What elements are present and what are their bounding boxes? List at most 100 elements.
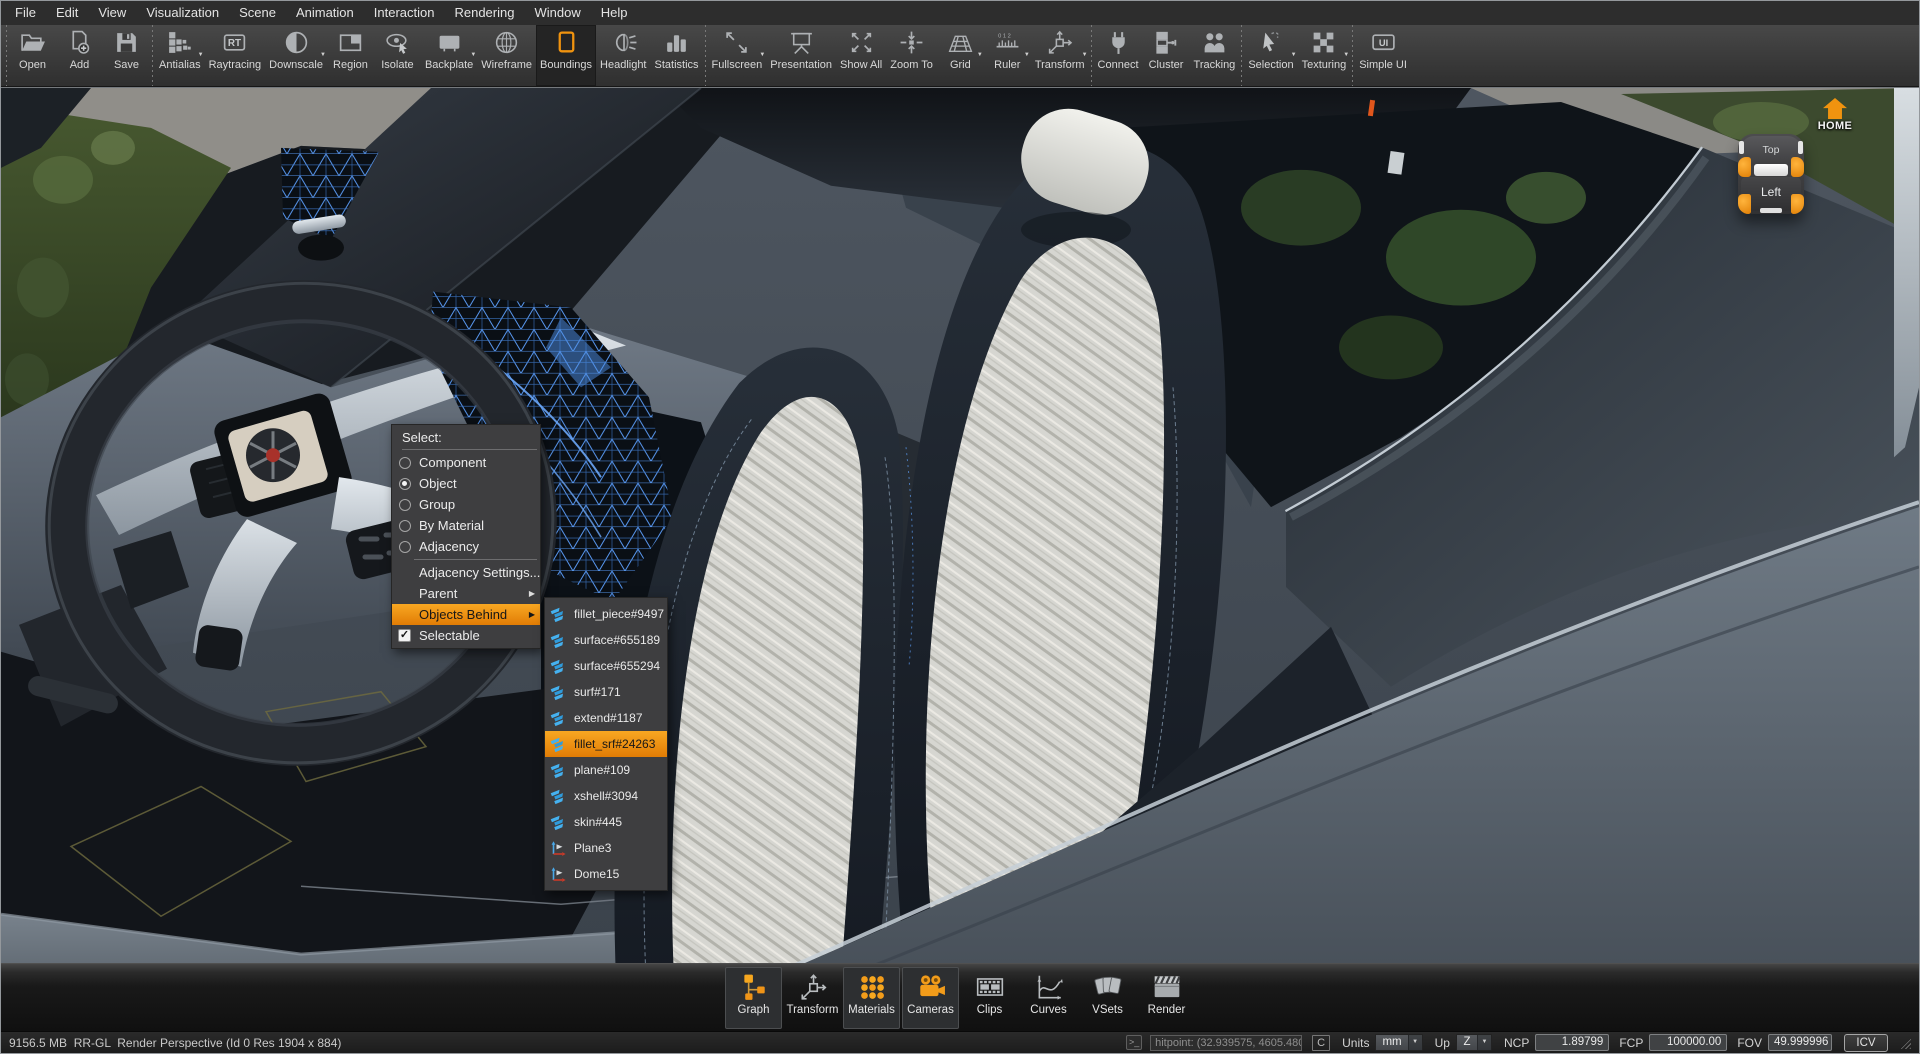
submenu-item-surface-655294[interactable]: surface#655294 [545,653,667,679]
render-viewport[interactable]: Top Left HOME Select: ComponentObjectGro… [1,87,1919,1031]
log-console-icon[interactable]: >_ [1126,1035,1142,1050]
presentation-button[interactable]: Presentation [766,25,836,86]
context-menu-item-objects-behind[interactable]: Objects Behind▶ [392,604,540,625]
chevron-down-icon[interactable]: ▼ [1082,52,1088,58]
chevron-down-icon[interactable]: ▼ [1343,52,1349,58]
tracking-button[interactable]: Tracking [1190,25,1240,86]
dock-curves-button[interactable]: Curves [1020,967,1077,1029]
view-cube-edge[interactable] [1798,141,1803,154]
context-menu-item-group[interactable]: Group [392,494,540,515]
menu-file[interactable]: File [5,1,46,25]
view-cube-bottom-edge[interactable] [1760,208,1782,213]
submenu-item-dome15[interactable]: Dome15 [545,861,667,887]
up-axis-select[interactable]: Z ▼ [1456,1034,1492,1051]
fullscreen-button[interactable]: Fullscreen▼ [708,25,767,86]
ncp-field[interactable]: 1.89799 [1535,1034,1609,1051]
isolate-button[interactable]: Isolate [374,25,421,86]
chevron-down-icon[interactable]: ▼ [1477,1035,1491,1050]
dock-render-button[interactable]: Render [1138,967,1195,1029]
submenu-item-surface-655189[interactable]: surface#655189 [545,627,667,653]
view-cube-edge-bar[interactable] [1754,164,1788,176]
view-cube-edge[interactable] [1739,141,1744,154]
menu-visualization[interactable]: Visualization [136,1,229,25]
dock-transform-button[interactable]: Transform [784,967,841,1029]
view-cube-corner[interactable] [1738,157,1751,177]
view-cube[interactable]: Top Left [1738,134,1804,214]
raytracing-button[interactable]: RTRaytracing [205,25,266,86]
fcp-field[interactable]: 100000.00 [1649,1034,1727,1051]
simple-ui-button[interactable]: UISimple UI [1355,25,1411,86]
transform-button[interactable]: Transform▼ [1031,25,1089,86]
backplate-button[interactable]: Backplate▼ [421,25,477,86]
menu-scene[interactable]: Scene [229,1,286,25]
units-value: mm [1376,1035,1407,1050]
units-select[interactable]: mm ▼ [1375,1034,1422,1051]
fcp-label: FCP [1619,1036,1643,1050]
context-menu-item-selectable[interactable]: ✓Selectable [392,625,540,646]
dock-vsets-button[interactable]: VSets [1079,967,1136,1029]
menu-edit[interactable]: Edit [46,1,88,25]
submenu-item-fillet-srf-24263[interactable]: fillet_srf#24263 [545,731,667,757]
view-cube-corner[interactable] [1791,194,1804,214]
ruler-button[interactable]: 0 1 2Ruler▼ [984,25,1031,86]
fov-field[interactable]: 49.999996 [1768,1034,1832,1051]
dock-clips-button[interactable]: Clips [961,967,1018,1029]
cluster-button[interactable]: Cluster [1143,25,1190,86]
chevron-down-icon[interactable]: ▼ [1408,1035,1422,1050]
context-menu-item-adjacency[interactable]: Adjacency [392,536,540,557]
view-cube-corner[interactable] [1738,194,1751,214]
show-all-button[interactable]: Show All [836,25,886,86]
chevron-down-icon[interactable]: ▼ [977,52,983,58]
chevron-down-icon[interactable]: ▼ [1024,52,1030,58]
context-menu-item-adjacency-settings[interactable]: Adjacency Settings... [392,562,540,583]
chevron-down-icon[interactable]: ▼ [1291,52,1297,58]
submenu-item-fillet-piece-9497[interactable]: fillet_piece#9497 [545,601,667,627]
icv-button[interactable]: ICV [1844,1034,1888,1052]
connect-button[interactable]: Connect [1094,25,1143,86]
selection-button[interactable]: Selection▼ [1244,25,1297,86]
menu-rendering[interactable]: Rendering [444,1,524,25]
context-menu-item-component[interactable]: Component [392,452,540,473]
antialias-button[interactable]: Antialias▼ [155,25,205,86]
submenu-item-plane3[interactable]: Plane3 [545,835,667,861]
chevron-down-icon[interactable]: ▼ [320,52,326,58]
submenu-item-xshell-3094[interactable]: xshell#3094 [545,783,667,809]
open-button[interactable]: Open [9,25,56,86]
menu-animation[interactable]: Animation [286,1,364,25]
context-menu-item-object[interactable]: Object [392,473,540,494]
hitpoint-field[interactable]: hitpoint: (32.939575, 4605.4809... [1150,1035,1302,1051]
dock-cameras-button[interactable]: Cameras [902,967,959,1029]
downscale-button[interactable]: Downscale▼ [265,25,327,86]
chevron-down-icon[interactable]: ▼ [470,52,476,58]
statistics-button[interactable]: Statistics [651,25,703,86]
view-cube-corner[interactable] [1791,157,1804,177]
submenu-item-surf-171[interactable]: surf#171 [545,679,667,705]
region-button[interactable]: Region [327,25,374,86]
headlight-button[interactable]: Headlight [596,25,650,86]
chevron-down-icon[interactable]: ▼ [759,52,765,58]
context-menu-item-by-material[interactable]: By Material [392,515,540,536]
submenu-item-extend-1187[interactable]: extend#1187 [545,705,667,731]
resize-grip[interactable] [1898,1036,1911,1049]
grid-button[interactable]: Grid▼ [937,25,984,86]
save-button[interactable]: Save [103,25,150,86]
dock-graph-button[interactable]: Graph [725,967,782,1029]
menu-interaction[interactable]: Interaction [364,1,445,25]
dock-materials-button[interactable]: Materials [843,967,900,1029]
zoom-to-button[interactable]: Zoom To [886,25,937,86]
boundings-button[interactable]: Boundings [536,25,596,86]
menu-view[interactable]: View [88,1,136,25]
render-scene[interactable] [1,88,1919,1031]
menu-window[interactable]: Window [524,1,590,25]
context-menu-item-parent[interactable]: Parent▶ [392,583,540,604]
wireframe-button[interactable]: Wireframe [477,25,536,86]
ruler-icon: 0 1 2 [994,29,1021,56]
chevron-down-icon[interactable]: ▼ [198,52,204,58]
submenu-item-plane-109[interactable]: plane#109 [545,757,667,783]
home-button[interactable]: HOME [1807,98,1863,132]
submenu-item-skin-445[interactable]: skin#445 [545,809,667,835]
menu-help[interactable]: Help [591,1,638,25]
texturing-button[interactable]: Texturing▼ [1298,25,1351,86]
c-button[interactable]: C [1312,1035,1330,1051]
add-button[interactable]: Add [56,25,103,86]
